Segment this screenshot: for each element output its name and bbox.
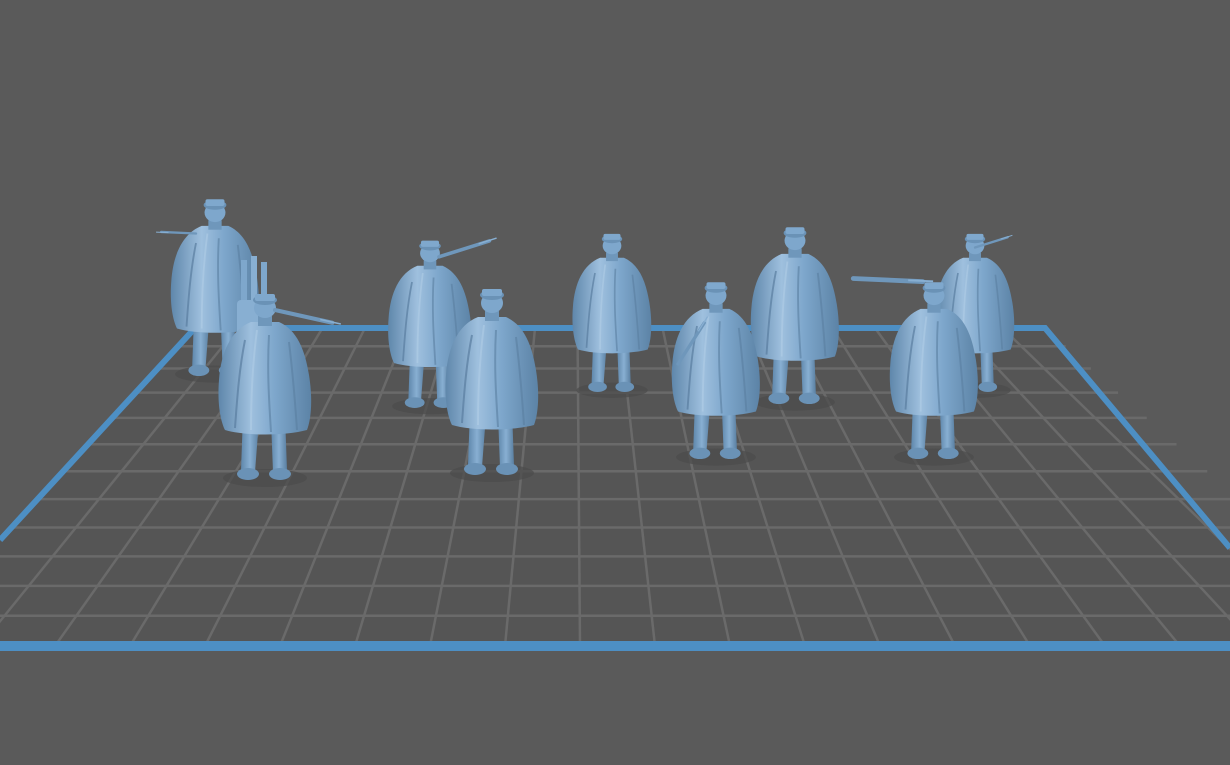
build-plate-scene[interactable] xyxy=(0,0,1230,765)
3d-viewport[interactable] xyxy=(0,0,1230,765)
